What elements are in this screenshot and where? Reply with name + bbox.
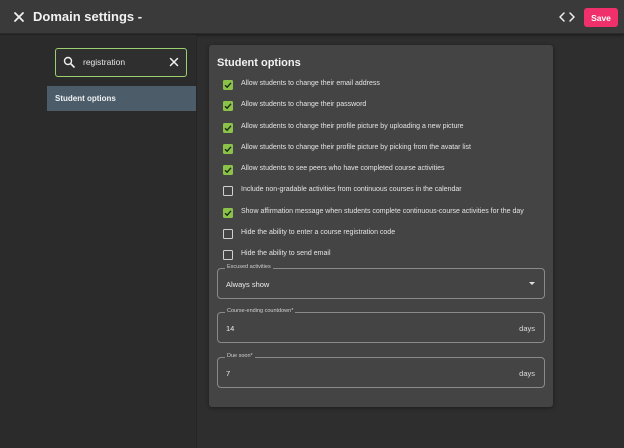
option-label: Include non-gradable activities from con…	[241, 186, 462, 193]
code-icon[interactable]	[558, 9, 576, 25]
close-icon[interactable]	[10, 8, 28, 26]
checkbox-checked[interactable]	[223, 80, 233, 90]
option-see-peers[interactable]: Allow students to see peers who have com…	[223, 163, 548, 177]
search-input[interactable]	[83, 54, 163, 70]
field-label: Due soon*	[225, 353, 255, 359]
option-hide-registration-code[interactable]: Hide the ability to enter a course regis…	[223, 227, 548, 241]
sidebar-item-student-options[interactable]: Student options	[47, 86, 196, 111]
checkbox-checked[interactable]	[223, 101, 233, 111]
option-label: Allow students to see peers who have com…	[241, 165, 445, 172]
checkbox-checked[interactable]	[223, 165, 233, 175]
search-box[interactable]	[55, 48, 187, 77]
option-label: Hide the ability to enter a course regis…	[241, 229, 396, 236]
option-upload-picture[interactable]: Allow students to change their profile p…	[223, 121, 548, 135]
field-suffix: days	[519, 369, 535, 378]
field-value: 7	[226, 369, 231, 378]
option-label: Allow students to change their email add…	[241, 80, 380, 87]
option-change-email[interactable]: Allow students to change their email add…	[223, 78, 548, 92]
select-value: Always show	[226, 280, 270, 289]
search-icon	[63, 56, 75, 68]
option-label: Show affirmation message when students c…	[241, 208, 524, 215]
caret-down-icon	[529, 282, 535, 285]
field-suffix: days	[519, 324, 535, 333]
student-options-card: Student options Allow students to change…	[209, 45, 553, 407]
option-hide-send-email[interactable]: Hide the ability to send email	[223, 248, 548, 262]
clear-search-icon[interactable]	[168, 56, 180, 68]
save-button[interactable]: Save	[584, 8, 618, 27]
checkbox-unchecked[interactable]	[223, 229, 233, 239]
checkbox-checked[interactable]	[223, 123, 233, 133]
top-bar: Domain settings - Save	[0, 0, 624, 34]
option-label: Allow students to change their password	[241, 101, 367, 108]
option-change-password[interactable]: Allow students to change their password	[223, 99, 548, 113]
section-title: Student options	[217, 57, 301, 69]
due-soon-field[interactable]: Due soon* 7 days	[217, 353, 545, 388]
checkbox-unchecked[interactable]	[223, 186, 233, 196]
option-label: Hide the ability to send email	[241, 250, 331, 257]
sidebar-item-label: Student options	[55, 94, 116, 103]
option-non-gradable-calendar[interactable]: Include non-gradable activities from con…	[223, 184, 548, 198]
page-title: Domain settings -	[33, 9, 143, 24]
excused-activities-select[interactable]: Excused activities Always show	[217, 264, 545, 299]
option-avatar-list[interactable]: Allow students to change their profile p…	[223, 142, 548, 156]
option-affirmation-message[interactable]: Show affirmation message when students c…	[223, 206, 548, 220]
field-label: Course-ending countdown*	[225, 308, 296, 314]
checkbox-checked[interactable]	[223, 144, 233, 154]
field-value: 14	[226, 324, 235, 333]
option-label: Allow students to change their profile p…	[241, 123, 464, 130]
countdown-field[interactable]: Course-ending countdown* 14 days	[217, 308, 545, 343]
option-label: Allow students to change their profile p…	[241, 144, 471, 151]
field-label: Excused activities	[225, 264, 273, 270]
checkbox-unchecked[interactable]	[223, 250, 233, 260]
checkbox-checked[interactable]	[223, 208, 233, 218]
